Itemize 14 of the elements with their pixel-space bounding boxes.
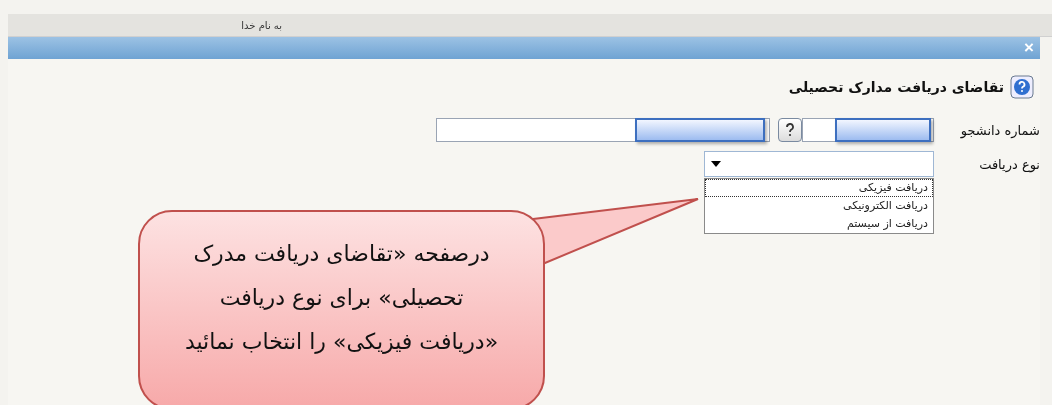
field-label: شماره دانشجو (959, 122, 1040, 138)
student-number-field[interactable] (802, 118, 934, 142)
question-icon (784, 123, 796, 137)
help-icon[interactable] (1010, 75, 1034, 99)
field-label: نوع دریافت (978, 156, 1040, 172)
option-item[interactable]: دریافت الکترونیکی (705, 197, 933, 215)
option-item[interactable]: دریافت از سیستم (705, 215, 933, 233)
callout-text: درصفحه «تقاضای دریافت مدرک تحصیلی» برای نوع دریافت «دریافت فیزیکی» را انتخاب نمائید (184, 240, 499, 356)
dropdown-caret-icon (711, 161, 721, 167)
header-caption: به نام خدا (241, 19, 282, 31)
form-title: تقاضای دریافت مدارک تحصیلی (788, 79, 1004, 95)
option-item[interactable]: دریافت فیزیکی (705, 179, 933, 197)
student-name-field[interactable] (436, 118, 770, 142)
lookup-button[interactable] (778, 118, 802, 142)
